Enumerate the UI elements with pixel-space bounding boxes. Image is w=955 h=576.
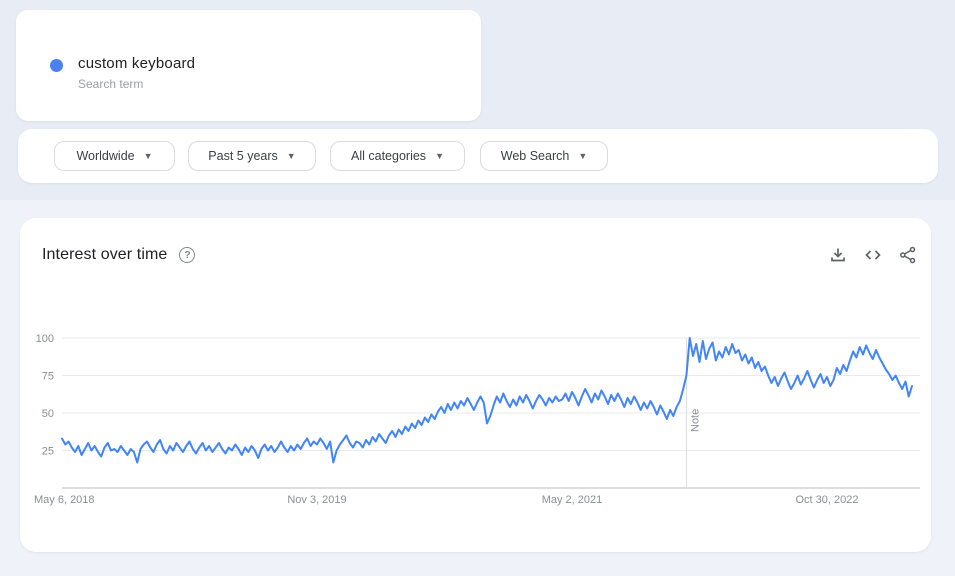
x-tick-label: Oct 30, 2022 (796, 494, 859, 506)
share-icon[interactable] (899, 246, 917, 264)
region-filter-label: Worldwide (76, 149, 135, 163)
note-label[interactable]: Note (689, 409, 701, 432)
trend-line (61, 337, 913, 464)
filter-bar: Worldwide ▼ Past 5 years ▼ All categorie… (18, 129, 938, 183)
interest-over-time-card: Interest over time ? 25 50 75 100 May 6, 201… (20, 218, 931, 552)
y-tick-label: 25 (42, 446, 54, 458)
chevron-down-icon: ▼ (435, 151, 444, 161)
search-term-card[interactable]: custom keyboard Search term (16, 10, 481, 121)
y-tick-label: 100 (36, 333, 54, 345)
category-filter-label: All categories (351, 149, 427, 163)
search-type-filter-dropdown[interactable]: Web Search ▼ (480, 141, 608, 171)
chevron-down-icon: ▼ (286, 151, 296, 161)
y-tick-label: 50 (42, 408, 54, 420)
download-icon[interactable] (829, 246, 847, 264)
time-filter-dropdown[interactable]: Past 5 years ▼ (188, 141, 316, 171)
x-tick-label: May 6, 2018 (34, 494, 95, 506)
embed-icon[interactable] (864, 246, 882, 264)
chart-title: Interest over time (42, 246, 168, 263)
x-tick-label: May 2, 2021 (542, 494, 603, 506)
search-term-label: custom keyboard (78, 55, 196, 72)
search-type-filter-label: Web Search (500, 149, 570, 163)
chevron-down-icon: ▼ (578, 151, 588, 161)
series-color-dot (50, 59, 63, 72)
search-term-type: Search term (78, 77, 144, 91)
y-tick-label: 75 (42, 371, 54, 383)
interest-over-time-chart: 25 50 75 100 May 6, 2018 Nov 3, 2019 May 2, 20… (34, 333, 920, 506)
region-filter-dropdown[interactable]: Worldwide ▼ (54, 141, 175, 171)
time-filter-label: Past 5 years (208, 149, 278, 163)
help-icon[interactable]: ? (179, 247, 196, 263)
chevron-down-icon: ▼ (143, 151, 153, 161)
x-tick-label: Nov 3, 2019 (287, 494, 346, 506)
category-filter-dropdown[interactable]: All categories ▼ (330, 141, 465, 171)
